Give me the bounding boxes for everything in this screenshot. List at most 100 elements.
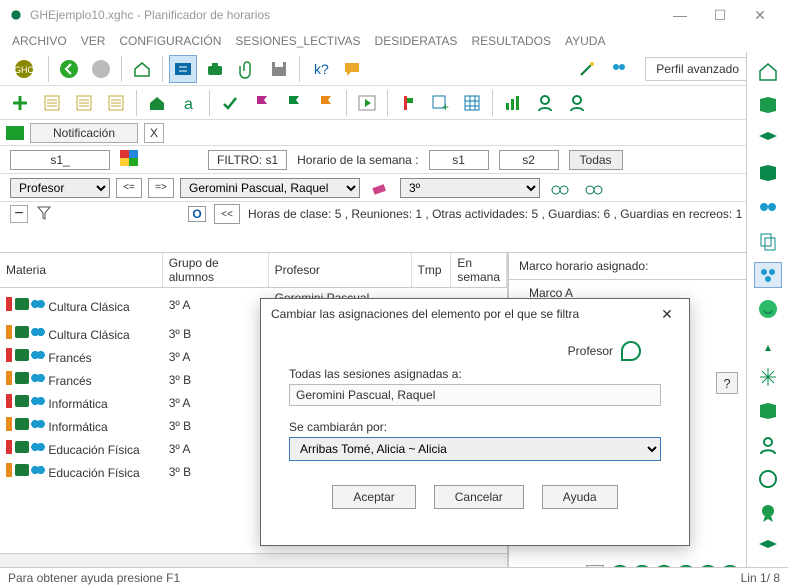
book-icon — [15, 418, 29, 430]
vs-home-icon[interactable] — [754, 58, 782, 84]
col-profesor[interactable]: Profesor — [268, 253, 411, 288]
vs-copy-icon[interactable] — [754, 228, 782, 254]
vs-face2-icon[interactable] — [754, 466, 782, 492]
letter-a-button[interactable]: a — [175, 89, 203, 117]
vs-book3-icon[interactable] — [754, 398, 782, 424]
wizard-button[interactable] — [573, 55, 601, 83]
menu-ayuda[interactable]: AYUDA — [565, 34, 605, 48]
palette-icon[interactable] — [120, 150, 138, 169]
minus-button[interactable]: − — [10, 205, 28, 223]
menubar: ARCHIVO VER CONFIGURACIÓN SESIONES_LECTI… — [0, 30, 788, 52]
stats-text: Horas de clase: 5 , Reuniones: 1 , Otras… — [248, 207, 742, 221]
vs-cap-icon[interactable] — [754, 126, 782, 152]
grid-add-button[interactable]: + — [426, 89, 454, 117]
vs-pin-icon[interactable] — [754, 330, 782, 356]
chat-button[interactable] — [338, 55, 366, 83]
filter-funnel-icon[interactable] — [36, 205, 52, 224]
replace-with-select[interactable]: Arribas Tomé, Alicia ~ Alicia — [289, 437, 661, 461]
book-icon — [15, 298, 29, 310]
play-button[interactable] — [353, 89, 381, 117]
vs-smile-icon[interactable] — [754, 296, 782, 322]
vs-badge-icon[interactable] — [754, 500, 782, 526]
help-q-button[interactable]: ? — [716, 372, 738, 394]
vs-groups-icon[interactable] — [754, 262, 782, 288]
minimize-button[interactable]: — — [660, 1, 700, 29]
menu-ver[interactable]: VER — [81, 34, 106, 48]
briefcase-button[interactable] — [201, 55, 229, 83]
vs-circles-icon[interactable] — [754, 194, 782, 220]
add-button[interactable] — [6, 89, 34, 117]
week-s2-button[interactable]: s2 — [499, 150, 559, 170]
notification-button[interactable]: Notificación — [30, 123, 138, 143]
col-materia[interactable]: Materia — [0, 253, 162, 288]
horizontal-scrollbar[interactable] — [0, 553, 507, 567]
vs-snow-icon[interactable] — [754, 364, 782, 390]
menu-resultados[interactable]: RESULTADOS — [471, 34, 551, 48]
grade-select[interactable]: 3º — [400, 178, 540, 198]
flag3-button[interactable] — [312, 89, 340, 117]
people-icon — [31, 298, 45, 310]
ghc-logo-button[interactable]: GHC — [6, 55, 42, 83]
dialog-ok-button[interactable]: Aceptar — [332, 485, 415, 509]
menu-configuracion[interactable]: CONFIGURACIÓN — [119, 34, 221, 48]
separator — [136, 90, 137, 116]
teacher-select[interactable]: Geromini Pascual, Raquel — [180, 178, 360, 198]
attach-button[interactable] — [233, 55, 261, 83]
notification-flag-icon — [6, 126, 24, 140]
glasses2-button[interactable] — [580, 174, 608, 202]
close-button[interactable]: ✕ — [740, 1, 780, 29]
maximize-button[interactable]: ☐ — [700, 1, 740, 29]
home2-button[interactable] — [143, 89, 171, 117]
vs-person-icon[interactable] — [754, 432, 782, 458]
assigned-to-label: Todas las sesiones asignadas a: — [289, 367, 661, 381]
list3-button[interactable] — [102, 89, 130, 117]
flag-tool-button[interactable] — [248, 89, 276, 117]
help-button[interactable]: k? — [306, 55, 334, 83]
vs-book2-icon[interactable] — [754, 160, 782, 186]
profile-button[interactable]: Perfil avanzado — [645, 57, 750, 81]
todas-button[interactable]: Todas — [569, 150, 623, 170]
separator — [121, 56, 122, 82]
o-button[interactable]: O — [188, 206, 206, 222]
menu-sesiones[interactable]: SESIONES_LECTIVAS — [235, 34, 360, 48]
prev-button[interactable]: <= — [116, 178, 142, 198]
col-grupo[interactable]: Grupo de alumnos — [162, 253, 268, 288]
person2-button[interactable] — [563, 89, 591, 117]
dialog-cancel-button[interactable]: Cancelar — [434, 485, 524, 509]
col-ensemana[interactable]: En semana — [451, 253, 507, 288]
book-icon — [15, 372, 29, 384]
vs-cap2-icon[interactable] — [754, 534, 782, 560]
exchange-button[interactable] — [169, 55, 197, 83]
redflag-button[interactable] — [394, 89, 422, 117]
s1-box[interactable]: s1_ — [10, 150, 110, 170]
back-button[interactable] — [55, 55, 83, 83]
check-button[interactable] — [216, 89, 244, 117]
grid-header-row: Materia Grupo de alumnos Profesor Tmp En… — [0, 253, 507, 288]
dialog-close-button[interactable]: ✕ — [655, 306, 679, 323]
separator — [162, 56, 163, 82]
status-help-text: Para obtener ayuda presione F1 — [8, 571, 180, 585]
dialog-help-button[interactable]: Ayuda — [542, 485, 618, 509]
chart-button[interactable] — [499, 89, 527, 117]
person1-button[interactable] — [531, 89, 559, 117]
role-select[interactable]: Profesor — [10, 178, 110, 198]
grid2-button[interactable] — [458, 89, 486, 117]
next-button[interactable]: => — [148, 178, 174, 198]
assigned-to-value: Geromini Pascual, Raquel — [289, 384, 661, 406]
col-tmp[interactable]: Tmp — [411, 253, 451, 288]
list2-button[interactable] — [70, 89, 98, 117]
vs-book1-icon[interactable] — [754, 92, 782, 118]
week-s1-button[interactable]: s1 — [429, 150, 489, 170]
rewind-button[interactable]: << — [214, 204, 240, 224]
menu-desideratas[interactable]: DESIDERATAS — [375, 34, 458, 48]
flag2-button[interactable] — [280, 89, 308, 117]
glasses-button[interactable] — [546, 174, 574, 202]
save-button[interactable] — [265, 55, 293, 83]
menu-archivo[interactable]: ARCHIVO — [12, 34, 67, 48]
list1-button[interactable] — [38, 89, 66, 117]
people-button[interactable] — [605, 55, 633, 83]
home-button[interactable] — [128, 55, 156, 83]
eraser-button[interactable] — [366, 174, 394, 202]
notification-close-button[interactable]: X — [144, 123, 164, 143]
svg-text:GHC: GHC — [14, 65, 34, 75]
